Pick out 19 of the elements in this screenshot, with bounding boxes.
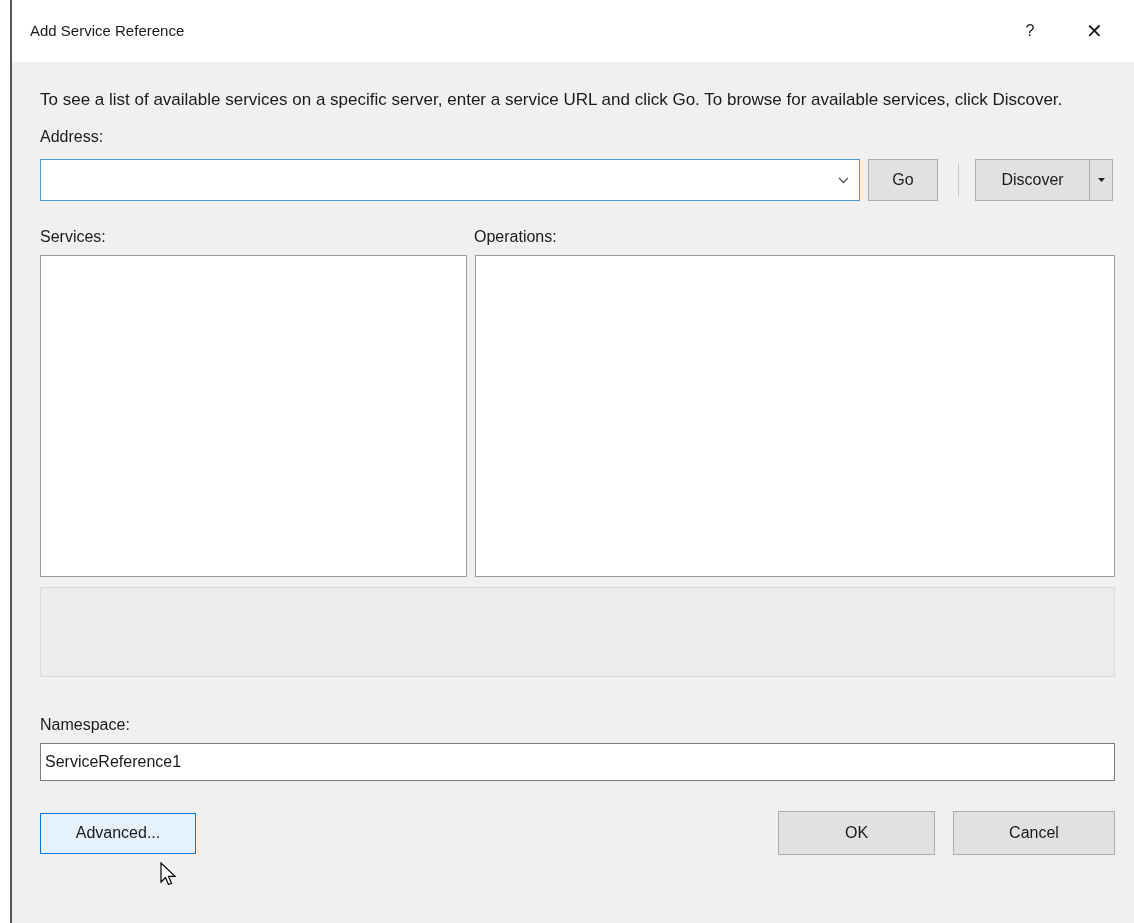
operations-label: Operations: <box>474 227 557 247</box>
cursor-icon <box>160 862 176 886</box>
cancel-button[interactable]: Cancel <box>953 811 1115 855</box>
ok-button[interactable]: OK <box>778 811 935 855</box>
go-button[interactable]: Go <box>868 159 938 201</box>
namespace-field[interactable]: ServiceReference1 <box>40 743 1115 781</box>
close-button[interactable]: ✕ <box>1074 11 1114 51</box>
address-label: Address: <box>40 127 104 147</box>
namespace-label: Namespace: <box>40 715 130 735</box>
instruction-text: To see a list of available services on a specific server, enter a service URL and click Go. To browse for available services, click Discover. <box>40 89 1064 111</box>
services-label: Services: <box>40 227 107 247</box>
help-button[interactable]: ? <box>1010 11 1050 51</box>
window-title: Add Service Reference <box>30 20 186 41</box>
caret-down-icon <box>1097 178 1105 182</box>
chevron-down-icon <box>838 176 849 184</box>
address-combo-box[interactable] <box>40 159 860 201</box>
services-list[interactable] <box>40 255 467 577</box>
advanced-button[interactable]: Advanced... <box>40 812 196 854</box>
operations-list[interactable] <box>475 255 1115 577</box>
